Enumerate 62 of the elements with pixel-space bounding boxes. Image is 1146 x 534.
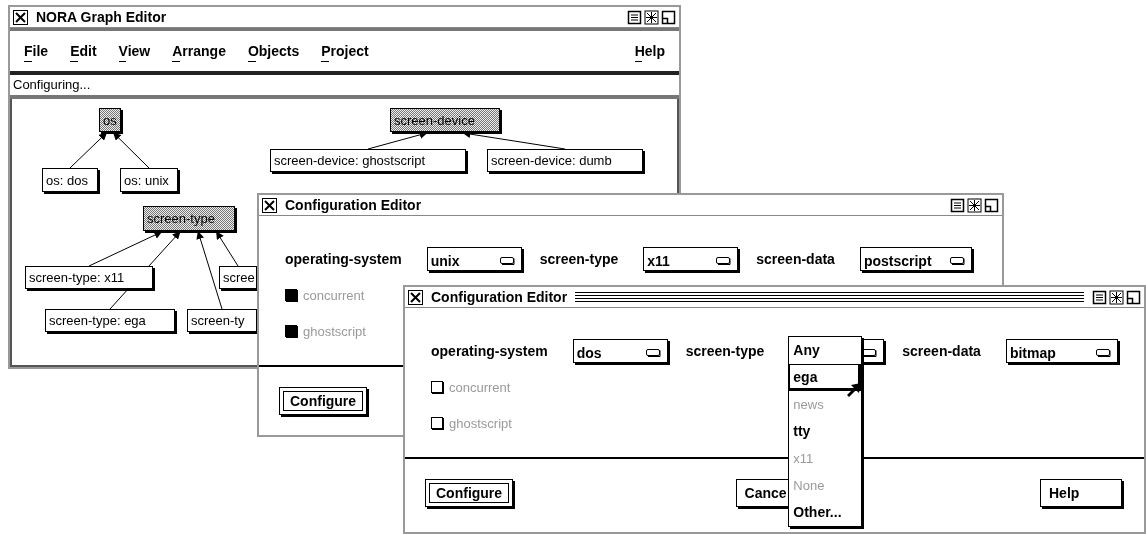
menu-item[interactable]: Help: [634, 43, 665, 59]
window-title: Configuration Editor: [431, 289, 568, 305]
edge-arrow: [69, 132, 108, 169]
menu-option[interactable]: Any: [789, 337, 862, 364]
resize-icon[interactable]: [1109, 289, 1124, 305]
window-menu-icon[interactable]: [1092, 289, 1107, 305]
menu-item[interactable]: File: [24, 43, 49, 59]
dropdown-field[interactable]: dos: [572, 339, 668, 363]
instance-node[interactable]: os: dos: [42, 168, 98, 192]
dropdown-icon: [645, 348, 661, 357]
menu-option[interactable]: tty: [789, 418, 862, 445]
dropdown-field[interactable]: unix: [426, 247, 522, 271]
window-menu-icon[interactable]: [950, 197, 965, 213]
class-node[interactable]: os: [99, 108, 121, 132]
instance-node[interactable]: screen-device: dumb: [487, 149, 643, 172]
instance-node[interactable]: os: unix: [120, 168, 178, 192]
checkbox-label: concurrent: [303, 287, 365, 303]
resize-icon[interactable]: [644, 9, 659, 25]
dropdown-field[interactable]: bitmap: [1005, 339, 1118, 363]
dropdown-field[interactable]: x11: [643, 247, 739, 271]
field-label: operating-system: [285, 251, 402, 267]
field-label: operating-system: [431, 343, 548, 359]
x-logo-icon[interactable]: [262, 197, 277, 213]
window-title: Configuration Editor: [285, 197, 422, 213]
checkbox-label: ghostscript: [303, 323, 366, 339]
instance-node[interactable]: scree: [219, 266, 257, 289]
menu-item[interactable]: Arrange: [172, 43, 226, 59]
instance-node[interactable]: screen-device: ghostscript: [270, 149, 466, 172]
instance-node[interactable]: screen-type: ega: [45, 309, 175, 332]
edge-arrow: [367, 131, 428, 150]
status-text: Configuring...: [10, 75, 679, 99]
dialog-button[interactable]: Configure: [279, 387, 368, 415]
field-label: screen-data: [902, 343, 981, 359]
x-logo-icon[interactable]: [13, 9, 28, 25]
minimize-icon[interactable]: [661, 9, 676, 25]
field-label: screen-data: [756, 251, 835, 267]
dialog-button[interactable]: Configure: [425, 479, 514, 507]
menu-item[interactable]: View: [118, 43, 151, 59]
minimize-icon[interactable]: [984, 197, 999, 213]
class-node[interactable]: screen-type: [143, 206, 235, 231]
window-menu-icon[interactable]: [627, 9, 642, 25]
dropdown-icon: [1095, 348, 1111, 357]
menu-item[interactable]: Project: [321, 43, 369, 59]
menu-option[interactable]: ega: [789, 364, 862, 391]
dropdown-icon: [716, 256, 732, 265]
menu-item[interactable]: Edit: [70, 43, 97, 59]
menu-item[interactable]: Objects: [247, 43, 300, 59]
checkbox-label: ghostscript: [449, 415, 512, 431]
field-label: screen-type: [539, 251, 619, 267]
window-title: NORA Graph Editor: [36, 9, 167, 25]
instance-node[interactable]: screen-ty: [187, 309, 257, 332]
field-label: screen-type: [685, 343, 765, 359]
dialog-button[interactable]: Help: [1040, 479, 1122, 507]
edge-arrow: [112, 132, 150, 169]
instance-node[interactable]: screen-type: x11: [25, 266, 153, 289]
dropdown-icon: [499, 256, 515, 265]
x-logo-icon[interactable]: [408, 289, 423, 305]
dropdown-field[interactable]: postscript: [859, 247, 972, 271]
resize-icon[interactable]: [967, 197, 982, 213]
checkbox-label: concurrent: [449, 379, 511, 395]
minimize-icon[interactable]: [1126, 289, 1141, 305]
dropdown-icon: [949, 256, 965, 265]
